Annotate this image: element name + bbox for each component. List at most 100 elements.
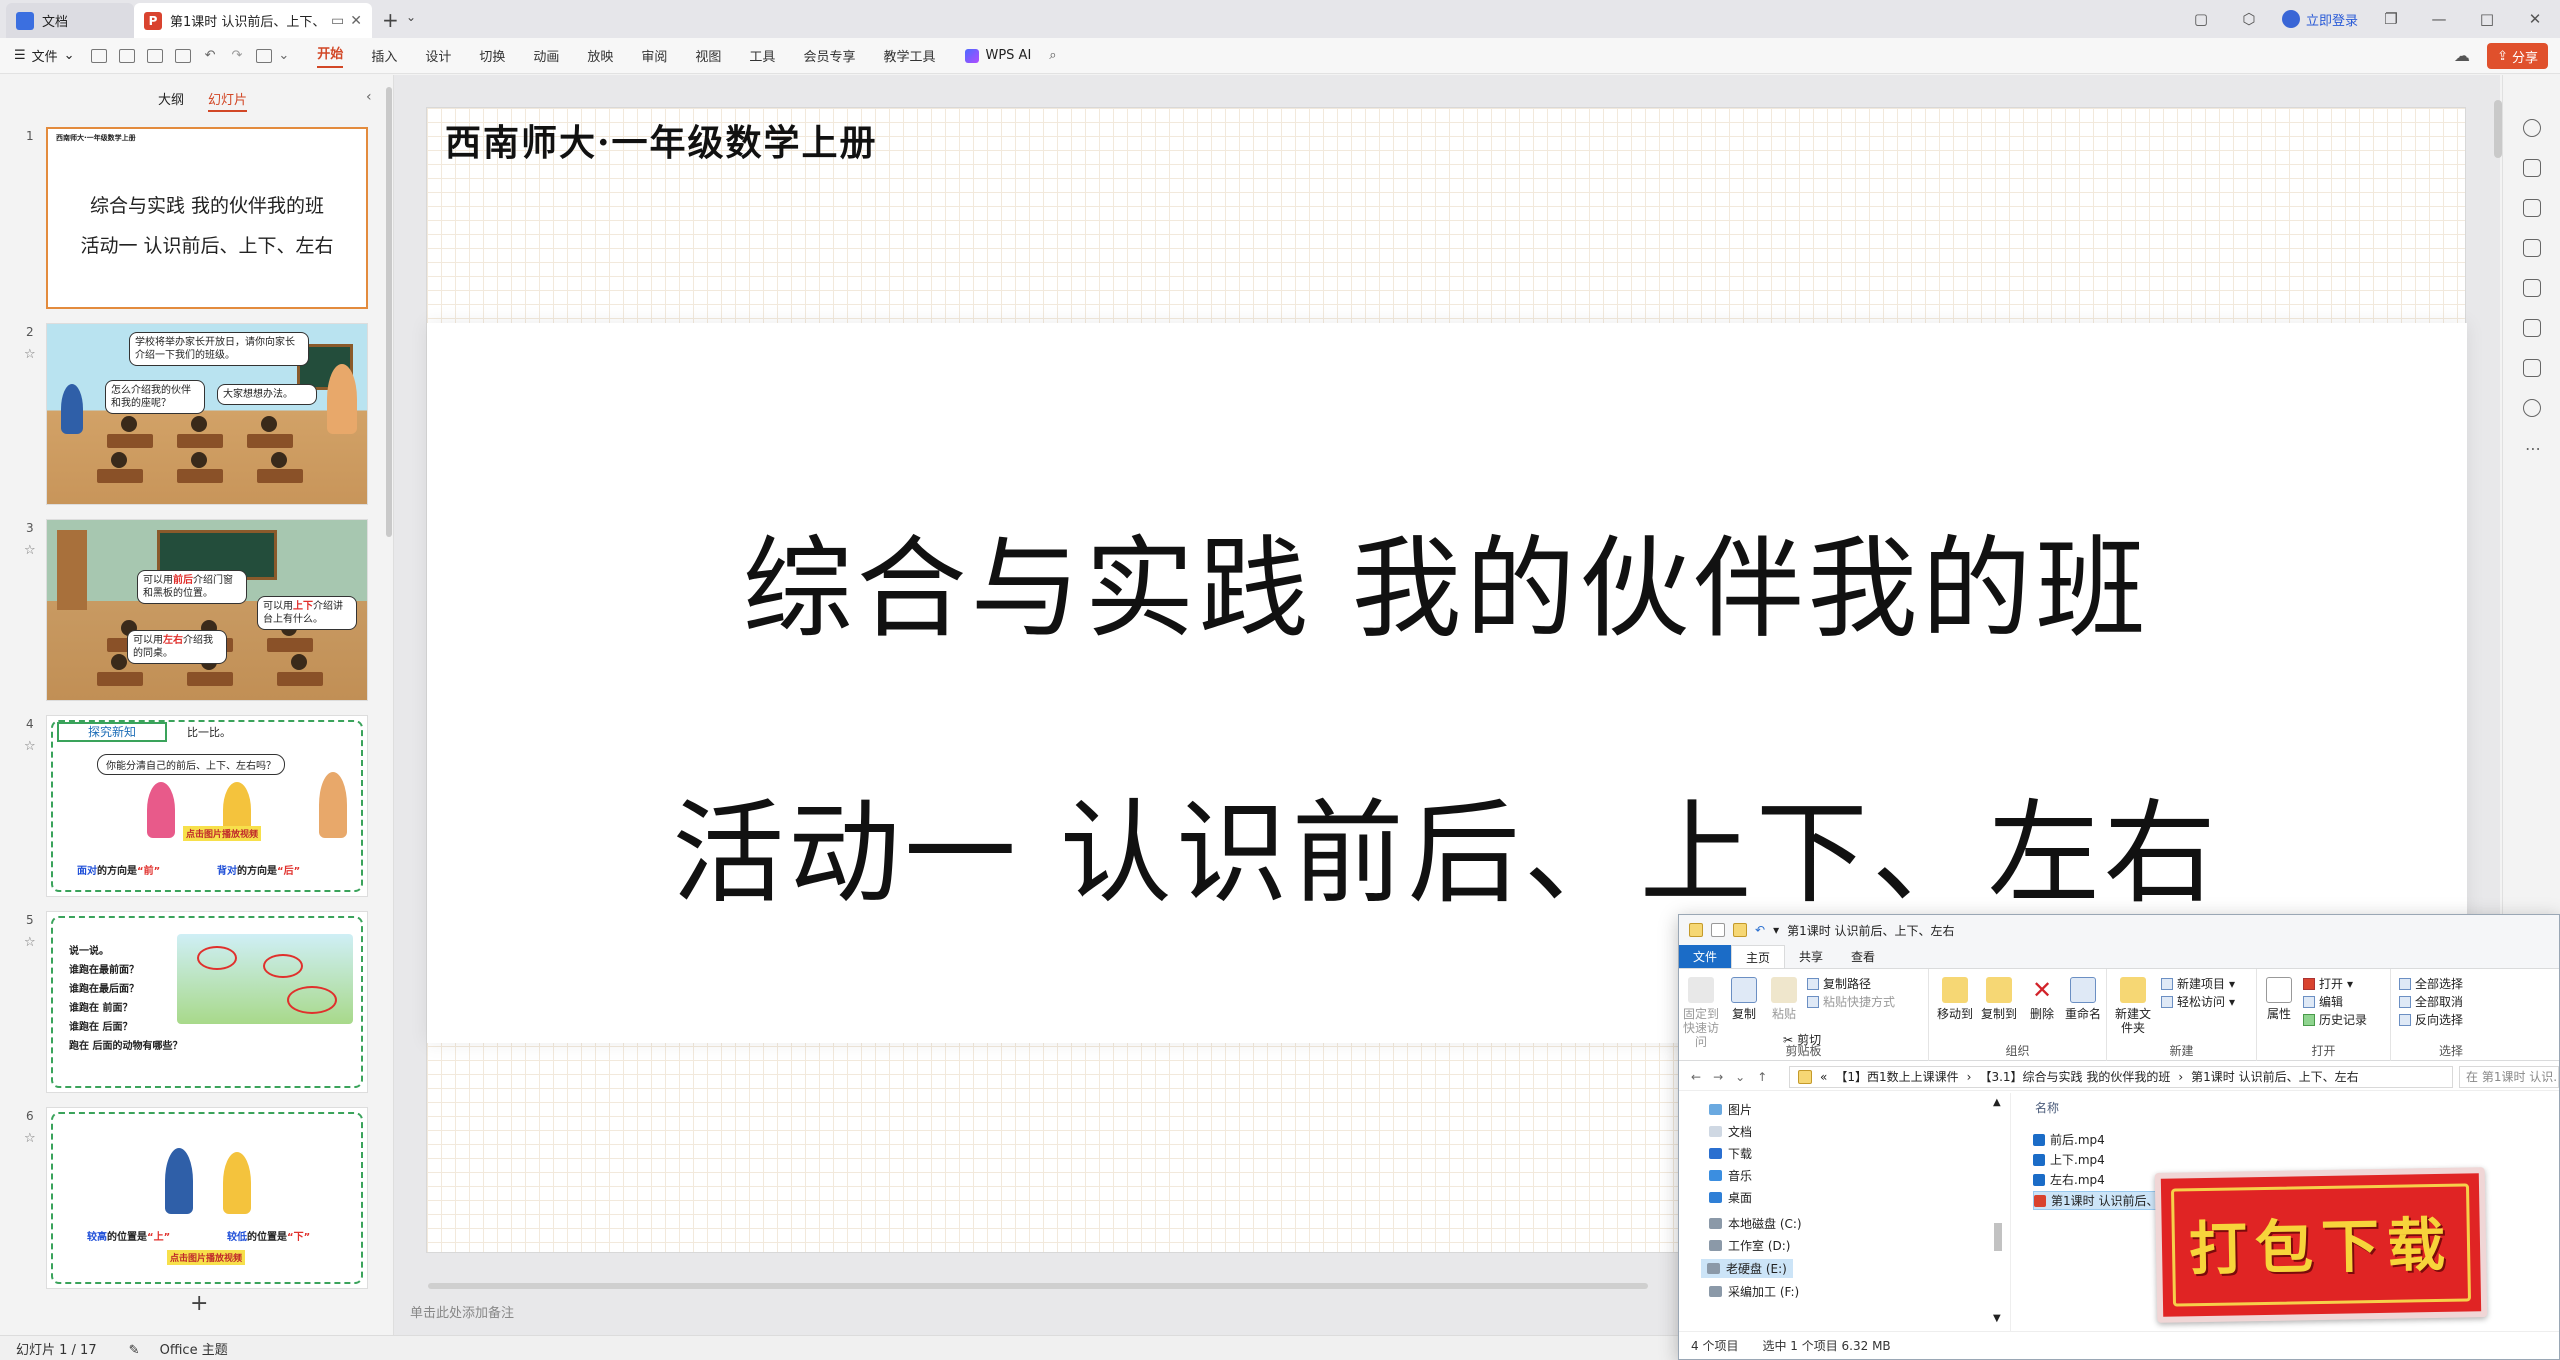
window-icon[interactable]: ▢ bbox=[2186, 10, 2216, 28]
tab-view[interactable]: 查看 bbox=[1837, 945, 1889, 968]
breadcrumb-item[interactable]: 【3.1】综合与实践 我的伙伴我的班 bbox=[1979, 1068, 2170, 1085]
format-painter-icon[interactable] bbox=[256, 48, 273, 63]
easy-access-button[interactable]: 轻松访问 ▾ bbox=[2161, 993, 2235, 1010]
star-icon[interactable] bbox=[2523, 159, 2541, 177]
move-to-button[interactable]: 移动到 bbox=[1935, 977, 1975, 1021]
copy-to-button[interactable]: 复制到 bbox=[1979, 977, 2019, 1021]
new-folder-icon[interactable] bbox=[1733, 923, 1747, 937]
forward-icon[interactable]: → bbox=[1713, 1070, 1723, 1084]
nav-downloads[interactable]: 下载 bbox=[1709, 1145, 1752, 1162]
address-bar[interactable]: « 【1】西1数上上课课件 › 【3.1】综合与实践 我的伙伴我的班 › 第1课… bbox=[1789, 1065, 2453, 1088]
star-icon[interactable]: ☆ bbox=[24, 1131, 36, 1146]
add-icon[interactable] bbox=[2523, 119, 2541, 137]
new-folder-button[interactable]: 新建文件夹 bbox=[2113, 977, 2153, 1035]
close-window-icon[interactable]: ✕ bbox=[2520, 10, 2550, 28]
breadcrumb-item[interactable]: 【1】西1数上上课课件 bbox=[1835, 1068, 1958, 1085]
login-button[interactable]: 立即登录 bbox=[2281, 10, 2358, 29]
slide-thumbnail-4[interactable]: 4 ☆ 探究新知 比一比。 你能分清自己的前后、上下、左右吗？ 点击图片播放视频… bbox=[0, 715, 380, 901]
breadcrumb-overflow[interactable]: « bbox=[1820, 1070, 1827, 1084]
menu-transitions[interactable]: 切换 bbox=[479, 46, 505, 65]
menu-design[interactable]: 设计 bbox=[425, 46, 451, 65]
menu-tools[interactable]: 工具 bbox=[749, 46, 775, 65]
thumbnail-scrollbar[interactable] bbox=[386, 87, 392, 537]
cloud-sync-icon[interactable]: ☁ bbox=[2454, 46, 2470, 65]
thumbnail-preview[interactable]: 可以用前后介绍门窗和黑板的位置。 可以用上下介绍讲台上有什么。 可以用左右介绍我… bbox=[46, 519, 368, 701]
video-tag[interactable]: 点击图片播放视频 bbox=[183, 826, 262, 841]
nav-drive-e[interactable]: 老硬盘 (E:) bbox=[1701, 1259, 1793, 1278]
paste-shortcut-button[interactable]: 粘贴快捷方式 bbox=[1807, 993, 1895, 1010]
monitor-icon[interactable]: ▭ bbox=[331, 13, 344, 29]
nav-pictures[interactable]: 图片 bbox=[1709, 1101, 1752, 1118]
tab-outline[interactable]: 大纲 bbox=[158, 89, 184, 112]
tab-slides[interactable]: 幻灯片 bbox=[208, 89, 248, 112]
book-icon[interactable] bbox=[2523, 319, 2541, 337]
properties-icon[interactable] bbox=[1711, 923, 1725, 937]
nav-drive-c[interactable]: 本地磁盘 (C:) bbox=[1709, 1215, 1802, 1232]
copy-icon[interactable] bbox=[2523, 199, 2541, 217]
export-icon[interactable] bbox=[118, 48, 135, 63]
slide-thumbnail-6[interactable]: 6 ☆ 较高的位置是“上” 较低的位置是“下” 点击图片播放视频 bbox=[0, 1107, 380, 1293]
thumbnail-preview[interactable]: 较高的位置是“上” 较低的位置是“下” 点击图片播放视频 bbox=[46, 1107, 368, 1289]
menu-animations[interactable]: 动画 bbox=[533, 46, 559, 65]
breadcrumb-item[interactable]: 第1课时 认识前后、上下、左右 bbox=[2191, 1068, 2358, 1085]
rename-button[interactable]: 重命名 bbox=[2063, 977, 2103, 1021]
open-button[interactable]: 打开 ▾ bbox=[2303, 975, 2353, 992]
select-none-button[interactable]: 全部取消 bbox=[2399, 993, 2463, 1010]
menu-teaching-tools[interactable]: 教学工具 bbox=[883, 46, 935, 65]
save-icon[interactable] bbox=[90, 48, 107, 63]
menu-review[interactable]: 审阅 bbox=[641, 46, 667, 65]
thumbnail-preview[interactable]: 说一说。 谁跑在最前面？ 谁跑在最后面？ 谁跑在 前面？ 谁跑在 后面？ 跑在 … bbox=[46, 911, 368, 1093]
tab-documents[interactable]: 文档 bbox=[6, 3, 134, 38]
tab-presentation[interactable]: P 第1课时 认识前后、上下、左右 ▭ ✕ bbox=[134, 3, 372, 38]
chevron-down-icon[interactable]: ⌄ bbox=[406, 10, 416, 24]
star-icon[interactable]: ☆ bbox=[24, 347, 36, 362]
vertical-scrollbar[interactable] bbox=[2494, 100, 2502, 158]
redo-icon[interactable]: ↷ bbox=[231, 48, 242, 63]
restore-icon[interactable]: ❐ bbox=[2376, 10, 2406, 28]
tools-icon[interactable] bbox=[2523, 279, 2541, 297]
download-badge[interactable]: 打包下载 bbox=[2154, 1167, 2488, 1323]
more-icon[interactable]: ⋯ bbox=[2525, 439, 2541, 458]
up-icon[interactable]: ↑ bbox=[1757, 1070, 1767, 1084]
nav-drive-f[interactable]: 采编加工 (F:) bbox=[1709, 1283, 1799, 1300]
preview-icon[interactable] bbox=[174, 48, 191, 63]
select-all-button[interactable]: 全部选择 bbox=[2399, 975, 2463, 992]
nav-music[interactable]: 音乐 bbox=[1709, 1167, 1752, 1184]
new-tab-icon[interactable]: + bbox=[382, 8, 399, 32]
file-item[interactable]: 上下.mp4 bbox=[2033, 1151, 2105, 1168]
star-icon[interactable]: ☆ bbox=[24, 739, 36, 754]
add-slide-icon[interactable]: + bbox=[190, 1291, 208, 1316]
video-tag[interactable]: 点击图片播放视频 bbox=[167, 1250, 246, 1265]
menu-slideshow[interactable]: 放映 bbox=[587, 46, 613, 65]
theme-name[interactable]: ✎ Office 主题 bbox=[113, 1339, 228, 1358]
close-icon[interactable]: ✕ bbox=[350, 13, 362, 29]
copy-button[interactable]: 复制 bbox=[1727, 977, 1761, 1021]
slide-header[interactable]: 西南师大·一年级数学上册 bbox=[445, 114, 878, 166]
copy-path-button[interactable]: 复制路径 bbox=[1807, 975, 1871, 992]
column-header-name[interactable]: 名称 bbox=[2035, 1099, 2059, 1116]
recent-icon[interactable]: ⌄ bbox=[1735, 1070, 1745, 1084]
slide-thumbnail-1[interactable]: 1 西南师大·一年级数学上册 综合与实践 我的伙伴我的班 活动一 认识前后、上下… bbox=[0, 127, 380, 313]
back-icon[interactable]: ← bbox=[1691, 1070, 1701, 1084]
slide-thumbnail-2[interactable]: 2 ☆ 学校将举办家长开放日，请你向家长介绍一下我们的班级。 怎么介绍我的伙伴和… bbox=[0, 323, 380, 509]
tab-share[interactable]: 共享 bbox=[1785, 945, 1837, 968]
wps-ai-button[interactable]: WPS AI ⌕ bbox=[965, 48, 1057, 63]
tab-file[interactable]: 文件 bbox=[1679, 945, 1732, 968]
nav-scrollbar[interactable]: ▲ ▼ bbox=[1993, 1097, 2003, 1327]
search-box[interactable]: 在 第1课时 认识... bbox=[2459, 1065, 2559, 1088]
search-icon[interactable]: ⌕ bbox=[1049, 48, 1056, 63]
maximize-icon[interactable]: □ bbox=[2472, 10, 2502, 28]
cube-icon[interactable]: ⬡ bbox=[2234, 10, 2264, 28]
star-icon[interactable]: ☆ bbox=[24, 935, 36, 950]
new-item-button[interactable]: 新建项目 ▾ bbox=[2161, 975, 2235, 992]
chevron-down-icon[interactable]: ⌄ bbox=[278, 48, 289, 63]
nav-desktop[interactable]: 桌面 bbox=[1709, 1189, 1752, 1206]
layout-icon[interactable] bbox=[2523, 359, 2541, 377]
properties-button[interactable]: 属性 bbox=[2261, 977, 2297, 1021]
file-menu[interactable]: ☰ 文件 ⌄ bbox=[14, 46, 75, 65]
share-button[interactable]: ⇪ 分享 bbox=[2487, 43, 2548, 69]
menu-member[interactable]: 会员专享 bbox=[803, 46, 855, 65]
nav-documents[interactable]: 文档 bbox=[1709, 1123, 1752, 1140]
slide-thumbnail-5[interactable]: 5 ☆ 说一说。 谁跑在最前面？ 谁跑在最后面？ 谁跑在 前面？ 谁跑在 后面？… bbox=[0, 911, 380, 1097]
file-item[interactable]: 左右.mp4 bbox=[2033, 1171, 2105, 1188]
